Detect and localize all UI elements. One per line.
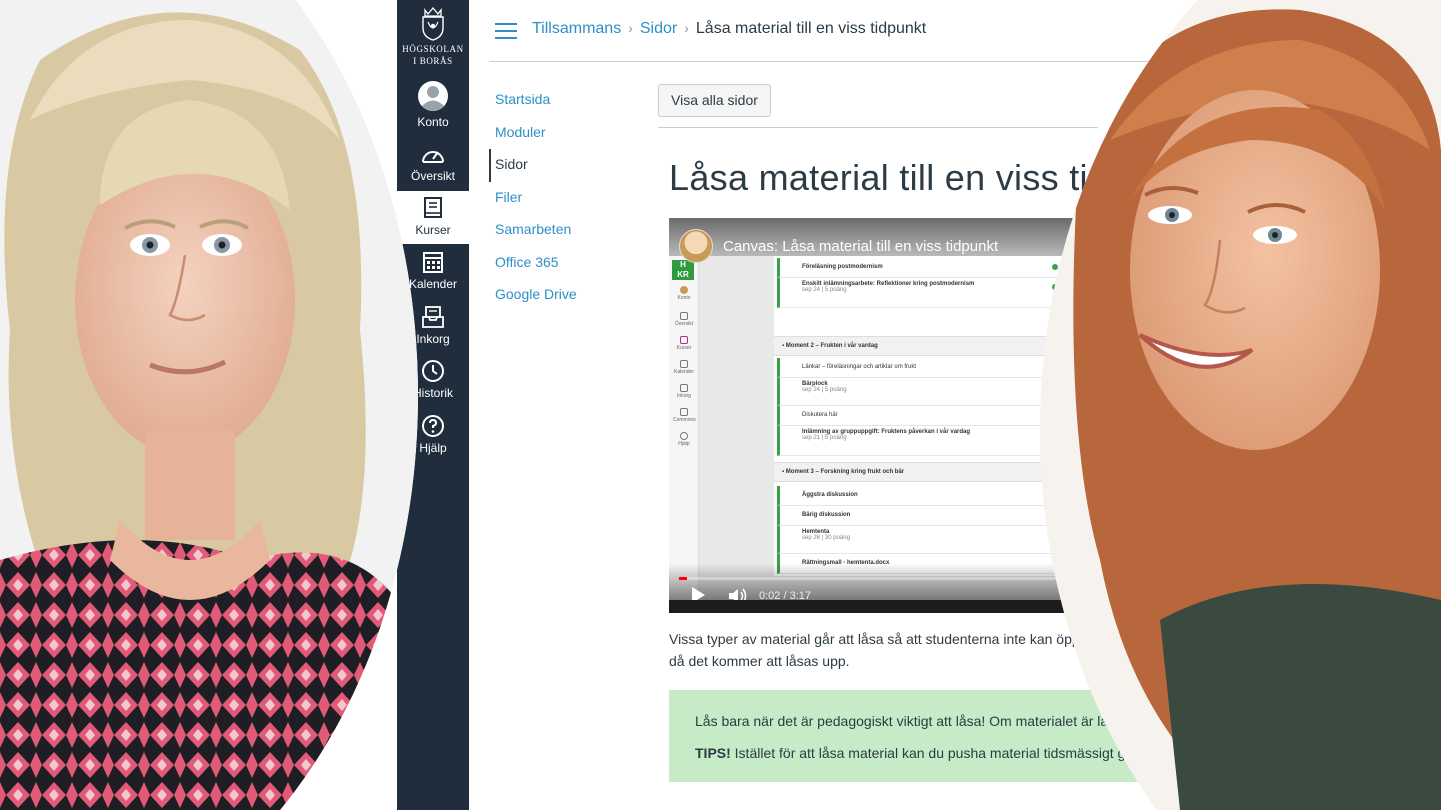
- page-title: Låsa material till en viss tidp: [669, 157, 1129, 198]
- embedded-video-player[interactable]: H KR Konto Översikt Kurser Kalender Inkor…: [669, 218, 1089, 613]
- video-sidebar-item: Kurser: [673, 336, 695, 351]
- dashboard-icon: [422, 151, 444, 163]
- course-nav-sidor[interactable]: Sidor: [489, 149, 639, 182]
- divider: [658, 127, 1098, 128]
- breadcrumb: Tillsammans › Sidor › Låsa material till en …: [532, 20, 926, 38]
- chevron-right-icon: ›: [684, 20, 689, 36]
- video-title[interactable]: Canvas: Låsa material till en viss tidpu…: [723, 238, 998, 255]
- nav-label: Konto: [417, 115, 449, 129]
- video-progress-bar[interactable]: [679, 577, 1079, 580]
- video-module-header: ▪ Moment 3 – Forskning kring frukt och b…: [774, 462, 1064, 482]
- course-navigation: Startsida Moduler Sidor Filer Samarbeten…: [489, 84, 639, 312]
- video-list-item: Länkar – föreläsningar och artiklar om f…: [777, 358, 1064, 378]
- nav-label: Kurser: [415, 223, 451, 237]
- chevron-right-icon: ›: [628, 20, 633, 36]
- page-header: Tillsammans › Sidor › Låsa material till en …: [489, 0, 1159, 62]
- video-list-item: Enskilt inlämningsarbete: Reflektioner k…: [777, 278, 1064, 308]
- nav-item-konto[interactable]: Konto: [397, 80, 469, 134]
- video-module-header: ▪ Moment 2 – Frukten i vår vardag: [774, 336, 1064, 356]
- video-list-item: Hemtenta sep 26 | 30 poäng: [777, 526, 1064, 554]
- account-icon: [418, 81, 448, 111]
- video-os-taskbar: [669, 600, 1089, 613]
- video-sidebar-item: Konto: [673, 286, 695, 301]
- video-sidebar-item: Översikt: [673, 312, 695, 327]
- video-list-item: Bärig diskussion: [777, 506, 1064, 526]
- course-nav-startsida[interactable]: Startsida: [489, 84, 639, 117]
- course-nav-filer[interactable]: Filer: [489, 182, 639, 215]
- video-list-item: Bärplock sep 24 | 5 poäng: [777, 378, 1064, 406]
- help-icon: [422, 415, 444, 437]
- history-icon: [422, 360, 444, 382]
- video-list-item: Inlämning av gruppuppgift: Fruktens påve…: [777, 426, 1064, 456]
- video-list-item: Diskutera här: [777, 406, 1064, 426]
- inbox-icon: [422, 306, 444, 328]
- tip-text-2: TIPS! Istället för att låsa material kan…: [695, 745, 1149, 761]
- video-sidebar-item: Commons: [673, 408, 696, 423]
- hamburger-menu-icon[interactable]: [495, 23, 517, 39]
- calendar-icon: [423, 252, 443, 273]
- courses-icon: [424, 197, 442, 218]
- video-module-list: Föreläsning postmodernism Enskilt inlämn…: [774, 256, 1064, 576]
- page-body-text: Vissa typer av material går att låsa så …: [669, 631, 1096, 669]
- breadcrumb-pages-link[interactable]: Sidor: [640, 20, 677, 37]
- video-channel-avatar[interactable]: [679, 229, 713, 263]
- video-progress-fill: [679, 577, 687, 580]
- page-content: Visa alla sidor Låsa material till en vi…: [658, 84, 1159, 782]
- tip-callout: Lås bara när det är pedagogiskt viktigt …: [669, 690, 1159, 782]
- institution-logo[interactable]: HÖGSKOLAN I BORÅS: [397, 4, 469, 66]
- breadcrumb-course-link[interactable]: Tillsammans: [532, 20, 621, 37]
- view-all-pages-button[interactable]: Visa alla sidor: [658, 84, 771, 117]
- video-sidebar-item: Inkorg: [673, 384, 695, 399]
- video-list-item: Föreläsning postmodernism: [777, 258, 1064, 278]
- breadcrumb-current-page: Låsa material till en viss tidpunkt: [695, 20, 927, 37]
- nav-item-oversikt[interactable]: Översikt: [397, 144, 469, 198]
- course-nav-samarbeten[interactable]: Samarbeten: [489, 214, 639, 247]
- tip-text-1: Lås bara när det är pedagogiskt viktigt …: [695, 713, 1131, 729]
- crown-shield-icon: [422, 6, 444, 41]
- course-nav-moduler[interactable]: Moduler: [489, 117, 639, 150]
- hkr-logo: H KR: [672, 260, 694, 280]
- video-sidebar-item: Hjälp: [673, 432, 695, 447]
- video-sidebar-item: Kalender: [673, 360, 695, 375]
- video-list-item: Äggstra diskussion: [777, 486, 1064, 506]
- course-nav-office-365[interactable]: Office 365: [489, 247, 639, 280]
- course-nav-google-drive[interactable]: Google Drive: [489, 279, 639, 312]
- nav-label: Översikt: [410, 169, 455, 183]
- video-canvas-sidebar: H KR Konto Översikt Kurser Kalender Inkor…: [669, 256, 699, 613]
- nav-item-kurser[interactable]: Kurser: [397, 191, 469, 244]
- logo-line-2: I BORÅS: [413, 56, 453, 66]
- logo-line-1: HÖGSKOLAN: [402, 44, 464, 54]
